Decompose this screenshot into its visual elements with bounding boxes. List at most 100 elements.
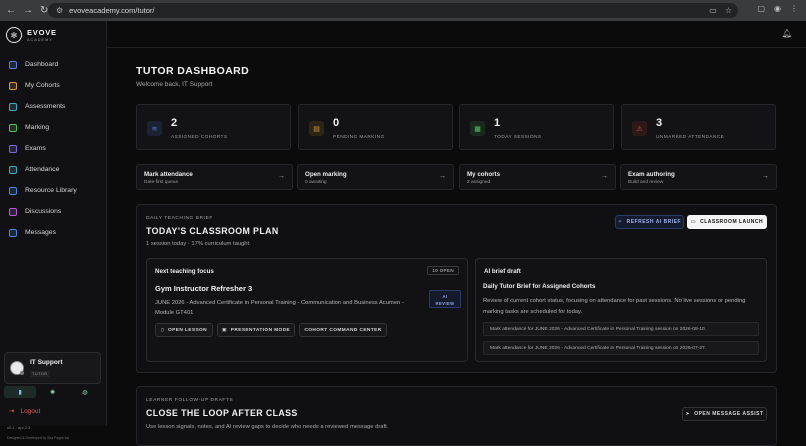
forward-icon[interactable]: → [23,5,33,16]
sidebar-item-label: Messages [25,229,56,236]
credit-text: Designed & Developed by Sha Pages Inc [7,436,70,440]
quick-action-mark-attendance[interactable]: Mark attendance Date-first queue → [136,164,293,190]
sidebar-item-marking[interactable]: Marking [0,117,107,138]
arrow-right-icon: → [601,173,608,180]
folder-icon [9,186,17,195]
quick-action-open-marking[interactable]: Open marking 0 awaiting → [297,164,454,190]
sidebar-item-assessments[interactable]: Assessments [0,96,107,117]
back-icon[interactable]: ← [6,5,16,16]
sidebar-item-label: Assessments [25,103,66,110]
ai-brief-item[interactable]: Mark attendance for JUNE 2026 - Advanced… [483,322,759,336]
sidebar-item-messages[interactable]: Messages [0,222,107,243]
user-role-badge: TUTOR [30,371,50,377]
page-title: TUTOR DASHBOARD [136,65,250,77]
address-bar[interactable]: ⚙ evoveacademy.com/tutor/ ▭ ☆ [48,3,738,18]
theme-switcher: ▮ ✺ ◍ [4,386,101,398]
globe-icon[interactable]: ◍ [69,386,101,398]
arrow-right-icon: → [278,173,285,180]
followup-description: Use lesson signals, notes, and AI review… [146,424,389,430]
stat-value: 1 [494,117,501,129]
bookmark-icon[interactable]: ▮ [4,386,37,398]
sidebar-item-exams[interactable]: Exams [0,138,107,159]
ai-review-tag[interactable]: AI REVIEW [429,290,461,308]
site-info-icon[interactable]: ⚙ [56,6,63,15]
send-icon: ➤ [685,411,691,417]
top-bar: 🔔︎ [107,21,806,48]
brief-meta: 1 session today · 17% curriculum taught [146,241,250,247]
quick-action-sub: Build and review [628,180,664,185]
grid-icon [9,60,17,69]
ai-tag-line1: AI [442,294,448,299]
cast-icon[interactable]: ▭ [709,6,717,15]
users-icon [9,81,17,90]
sidebar-item-resource-library[interactable]: Resource Library [0,180,107,201]
next-teaching-focus-panel: Next teaching focus 10 OPEN Gym Instruct… [146,258,468,362]
cohort-command-center-button[interactable]: COHORT COMMAND CENTER [299,323,387,337]
clipboard-icon: ▤ [309,121,324,136]
classroom-launch-button[interactable]: ▭ CLASSROOM LAUNCH [687,215,767,229]
quick-action-title: My cohorts [467,171,501,178]
menu-icon[interactable]: ⋮ [790,4,798,13]
logout-icon: ⇥ [9,408,15,415]
ai-brief-item[interactable]: Mark attendance for JUNE 2026 - Advanced… [483,341,759,355]
sidebar-item-attendance[interactable]: Attendance [0,159,107,180]
profile-icon[interactable]: ◉ [774,4,781,13]
classroom-launch-label: CLASSROOM LAUNCH [700,219,764,225]
followup-title: CLOSE THE LOOP AFTER CLASS [146,408,298,418]
stat-card: ≋ 2 ASSIGNED COHORTS [136,104,291,150]
quick-action-exam-authoring[interactable]: Exam authoring Build and review → [620,164,777,190]
ai-brief-draft-panel: AI brief draft Daily Tutor Brief for Ass… [475,258,767,362]
open-lesson-button[interactable]: ▯ OPEN LESSON [155,323,213,337]
sidebar-item-label: Attendance [25,166,60,173]
layers-icon: ≋ [147,121,162,136]
sidebar-item-discussions[interactable]: Discussions [0,201,107,222]
sidebar: ✻ EVOVE ACADEMY Dashboard My Cohorts Asses… [0,21,107,440]
presentation-mode-button[interactable]: ▣ PRESENTATION MODE [217,323,295,337]
stat-value: 0 [333,117,340,129]
quick-action-title: Open marking [305,171,347,178]
quick-action-title: Mark attendance [144,171,193,178]
cohort-command-center-label: COHORT COMMAND CENTER [304,327,382,333]
book-icon: ▯ [160,327,164,333]
quick-action-sub: 2 assigned [467,180,491,185]
stat-card: ▤ 0 PENDING MARKING [298,104,453,150]
user-card[interactable]: IT Support TUTOR [4,352,101,384]
quick-action-my-cohorts[interactable]: My cohorts 2 assigned → [459,164,616,190]
quick-action-sub: Date-first queue [144,180,179,185]
user-name: IT Support [30,359,63,366]
url-text: evoveacademy.com/tutor/ [69,6,155,15]
brand-name: EVOVE [27,28,57,37]
followup-eyebrow: LEARNER FOLLOW-UP DRAFTS [146,398,234,403]
alert-icon: ⚠ [632,121,647,136]
brief-title: TODAY'S CLASSROOM PLAN [146,226,279,236]
sun-icon[interactable]: ✺ [36,386,68,398]
logout-button[interactable]: ⇥ Logout [9,407,41,416]
bookmark-star-icon[interactable]: ☆ [725,6,732,15]
refresh-ai-brief-button[interactable]: ✧ REFRESH AI BRIEF [615,215,684,229]
sidebar-item-label: Exams [25,145,46,152]
ai-brief-subtitle: Daily Tutor Brief for Assigned Cohorts [483,283,596,290]
extensions-icon[interactable]: ▢ [757,4,765,13]
logout-label: Logout [20,407,41,415]
sidebar-menu: Dashboard My Cohorts Assessments Marking Exa… [0,54,107,243]
clipboard-icon [9,102,17,111]
ai-brief-text: Review of current cohort status, focusin… [483,298,746,315]
monitor-icon: ▭ [690,219,697,225]
lesson-title: Gym Instructor Refresher 3 [155,284,253,293]
stat-card: ⚠ 3 UNMARKED ATTENDANCE [621,104,776,150]
brand-sub: ACADEMY [27,38,53,42]
sidebar-item-dashboard[interactable]: Dashboard [0,54,107,75]
stat-card: ▦ 1 TODAY SESSIONS [459,104,614,150]
refresh-ai-brief-label: REFRESH AI BRIEF [626,219,682,225]
ai-tag-line2: REVIEW [435,301,455,306]
page-subtitle: Welcome back, IT Support [136,81,213,88]
stat-label: PENDING MARKING [333,135,385,140]
quick-action-title: Exam authoring [628,171,675,178]
open-message-assist-button[interactable]: ➤ OPEN MESSAGE ASSIST [682,407,767,421]
brand[interactable]: ✻ EVOVE ACADEMY [6,27,57,43]
quick-action-sub: 0 awaiting [305,180,327,185]
calendar-icon: ▦ [470,121,485,136]
bell-icon[interactable]: 🔔︎ [782,29,792,38]
sidebar-item-my-cohorts[interactable]: My Cohorts [0,75,107,96]
open-message-assist-label: OPEN MESSAGE ASSIST [694,411,764,417]
